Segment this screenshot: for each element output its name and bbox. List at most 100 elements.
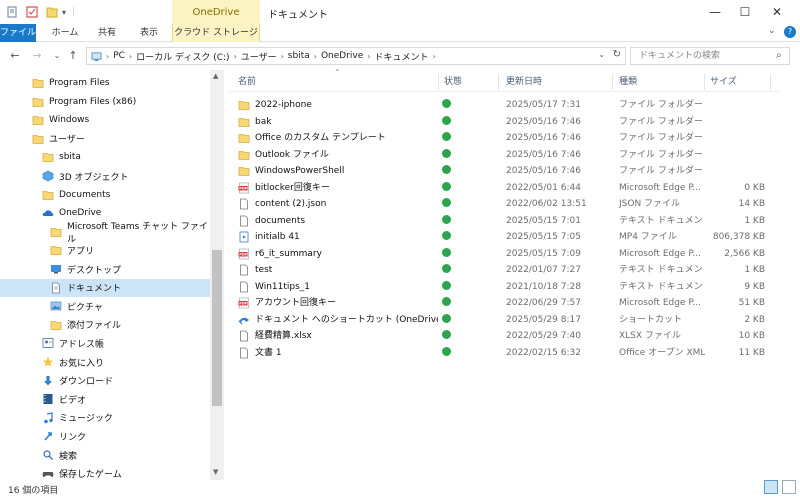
sidebar-item[interactable]: ピクチャ bbox=[0, 297, 210, 315]
ribbon-expand-icon[interactable]: ⌄ bbox=[768, 26, 776, 36]
file-row[interactable]: Office のカスタム テンプレート 2025/05/16 7:46 ファイル フ… bbox=[230, 130, 780, 147]
breadcrumb-separator[interactable]: › bbox=[106, 52, 109, 61]
new-folder-icon[interactable] bbox=[46, 6, 58, 18]
column-type[interactable]: 種類 bbox=[619, 72, 637, 92]
file-name-cell[interactable]: ドキュメント へのショートカット (OneDrive - 個... bbox=[238, 312, 438, 328]
sidebar-item[interactable]: デスクトップ bbox=[0, 260, 210, 278]
nav-scrollbar[interactable]: ▲ ▼ bbox=[210, 70, 224, 480]
sidebar-item[interactable]: ダウンロード bbox=[0, 372, 210, 390]
file-row[interactable]: bak 2025/05/16 7:46 ファイル フォルダー bbox=[230, 114, 780, 131]
breadcrumb-separator[interactable]: › bbox=[314, 52, 317, 61]
file-row[interactable]: 2022-iphone 2025/05/17 7:31 ファイル フォルダー bbox=[230, 97, 780, 114]
sidebar-item[interactable]: ビデオ bbox=[0, 390, 210, 408]
nav-scrollbar-thumb[interactable] bbox=[212, 250, 222, 406]
file-name-cell[interactable]: test bbox=[238, 262, 438, 278]
checkbox-icon[interactable] bbox=[26, 6, 38, 18]
maximize-button[interactable]: ☐ bbox=[728, 0, 762, 24]
file-row[interactable]: PDF bitlocker回復キー 2022/05/01 6:44 Microsoft… bbox=[230, 180, 780, 197]
properties-icon[interactable] bbox=[6, 6, 18, 18]
sidebar-item[interactable]: ドキュメント bbox=[0, 278, 210, 297]
breadcrumb-separator[interactable]: › bbox=[281, 52, 284, 61]
file-name-cell[interactable]: WindowsPowerShell bbox=[238, 163, 438, 179]
file-row[interactable]: test 2022/01/07 7:27 テキスト ドキュメント 1 KB bbox=[230, 262, 780, 279]
scroll-down-icon[interactable]: ▼ bbox=[213, 468, 218, 476]
sidebar-item[interactable]: 検索 bbox=[0, 446, 210, 464]
recent-locations-icon[interactable]: ⌄ bbox=[50, 49, 64, 63]
breadcrumb-separator[interactable]: › bbox=[129, 52, 132, 61]
sidebar-item[interactable]: Program Files (x86) bbox=[0, 93, 210, 111]
tab-home[interactable]: ホーム bbox=[46, 24, 84, 42]
sidebar-item[interactable]: ユーザー bbox=[0, 130, 210, 148]
file-row[interactable]: ドキュメント へのショートカット (OneDrive - 個... 2025/05… bbox=[230, 312, 780, 329]
breadcrumb-users[interactable]: ユーザー bbox=[241, 50, 277, 63]
details-view-button[interactable] bbox=[764, 480, 778, 494]
file-name-cell[interactable]: bak bbox=[238, 114, 438, 130]
tab-view[interactable]: 表示 bbox=[130, 24, 168, 42]
file-name-cell[interactable]: 経費精算.xlsx bbox=[238, 328, 438, 344]
refresh-icon[interactable]: ↻ bbox=[613, 49, 621, 60]
large-icons-view-button[interactable] bbox=[782, 480, 796, 494]
file-name-cell[interactable]: 2022-iphone bbox=[238, 97, 438, 113]
file-row[interactable]: documents 2025/05/15 7:01 テキスト ドキュメント 1 KB bbox=[230, 213, 780, 230]
column-status[interactable]: 状態 bbox=[444, 72, 462, 92]
sidebar-item[interactable]: アプリ bbox=[0, 241, 210, 259]
breadcrumb-local-disk[interactable]: ローカル ディスク (C:) bbox=[136, 50, 229, 63]
file-name-cell[interactable]: content (2).json bbox=[238, 196, 438, 212]
column-date[interactable]: 更新日時 bbox=[506, 72, 542, 92]
file-row[interactable]: content (2).json 2022/06/02 13:51 JSON ファイ… bbox=[230, 196, 780, 213]
tab-file[interactable]: ファイル bbox=[0, 24, 36, 42]
file-row[interactable]: Outlook ファイル 2025/05/16 7:46 ファイル フォルダー bbox=[230, 147, 780, 164]
file-name-cell[interactable]: documents bbox=[238, 213, 438, 229]
breadcrumb-separator[interactable]: › bbox=[367, 52, 370, 61]
address-bar[interactable]: › PC › ローカル ディスク (C:) › ユーザー › sbita › O… bbox=[86, 47, 626, 65]
file-name-cell[interactable]: Outlook ファイル bbox=[238, 147, 438, 163]
tab-share[interactable]: 共有 bbox=[90, 24, 124, 42]
sidebar-item[interactable]: Microsoft Teams チャット ファイル bbox=[0, 222, 210, 245]
file-name-cell[interactable]: initialb 41 bbox=[238, 229, 438, 245]
file-row[interactable]: PDF アカウント回復キー 2022/06/29 7:57 Microsoft Edg… bbox=[230, 295, 780, 312]
customize-toolbar-icon[interactable]: ▾ bbox=[62, 8, 66, 17]
file-row[interactable]: 経費精算.xlsx 2022/05/29 7:40 XLSX ファイル 10 KB bbox=[230, 328, 780, 345]
file-row[interactable]: 文書 1 2022/02/15 6:32 Office オープン XML... 11 … bbox=[230, 345, 780, 362]
file-row[interactable]: Win11tips_1 2021/10/18 7:28 テキスト ドキュメント 9 K… bbox=[230, 279, 780, 296]
close-button[interactable]: ✕ bbox=[760, 0, 794, 24]
sidebar-item[interactable]: Documents bbox=[0, 186, 210, 204]
sidebar-item[interactable]: Windows bbox=[0, 111, 210, 129]
column-size[interactable]: サイズ bbox=[710, 72, 737, 92]
tab-cloud-storage[interactable]: クラウド ストレージ bbox=[172, 24, 260, 42]
sidebar-item[interactable]: お気に入り bbox=[0, 353, 210, 371]
file-name-cell[interactable]: 文書 1 bbox=[238, 345, 438, 361]
file-name-cell[interactable]: PDF r6_it_summary bbox=[238, 246, 438, 262]
breadcrumb-onedrive[interactable]: OneDrive bbox=[321, 51, 363, 61]
breadcrumb-separator[interactable]: › bbox=[433, 52, 436, 61]
search-input[interactable]: ドキュメントの検索 bbox=[630, 47, 790, 65]
up-arrow-icon[interactable]: ↑ bbox=[66, 49, 80, 63]
sidebar-item[interactable]: Program Files bbox=[0, 74, 210, 92]
sidebar-item[interactable]: 3D オブジェクト bbox=[0, 167, 210, 185]
sidebar-item[interactable]: リンク bbox=[0, 427, 210, 445]
breadcrumb-documents[interactable]: ドキュメント bbox=[374, 50, 428, 63]
column-name[interactable]: 名前 bbox=[238, 72, 256, 92]
address-dropdown-icon[interactable]: ⌄ bbox=[598, 50, 605, 59]
breadcrumb-pc[interactable]: PC bbox=[113, 51, 125, 61]
sidebar-item[interactable]: ミュージック bbox=[0, 409, 210, 427]
sidebar-item[interactable]: 保存したゲーム bbox=[0, 465, 210, 480]
file-row[interactable]: WindowsPowerShell 2025/05/16 7:46 ファイル フォル… bbox=[230, 163, 780, 180]
breadcrumb-user[interactable]: sbita bbox=[288, 51, 310, 61]
minimize-button[interactable]: — bbox=[698, 0, 732, 24]
file-name-cell[interactable]: PDF bitlocker回復キー bbox=[238, 180, 438, 196]
file-row[interactable]: PDF r6_it_summary 2025/05/15 7:09 Microsoft… bbox=[230, 246, 780, 263]
help-icon[interactable]: ? bbox=[784, 26, 796, 38]
sidebar-item[interactable]: 添付ファイル bbox=[0, 316, 210, 334]
file-name-cell[interactable]: Win11tips_1 bbox=[238, 279, 438, 295]
file-name-cell[interactable]: PDF アカウント回復キー bbox=[238, 295, 438, 311]
navigation-pane[interactable]: Program Files Program Files (x86) Windows ユ… bbox=[0, 70, 210, 480]
back-arrow-icon[interactable]: ← bbox=[8, 49, 22, 63]
file-name-cell[interactable]: Office のカスタム テンプレート bbox=[238, 130, 438, 146]
sidebar-item[interactable]: sbita bbox=[0, 148, 210, 166]
file-row[interactable]: initialb 41 2025/05/15 7:05 MP4 ファイル 806,37… bbox=[230, 229, 780, 246]
forward-arrow-icon[interactable]: → bbox=[30, 49, 44, 63]
breadcrumb-separator[interactable]: › bbox=[234, 52, 237, 61]
scroll-up-icon[interactable]: ▲ bbox=[213, 72, 218, 80]
sidebar-item[interactable]: アドレス帳 bbox=[0, 334, 210, 352]
